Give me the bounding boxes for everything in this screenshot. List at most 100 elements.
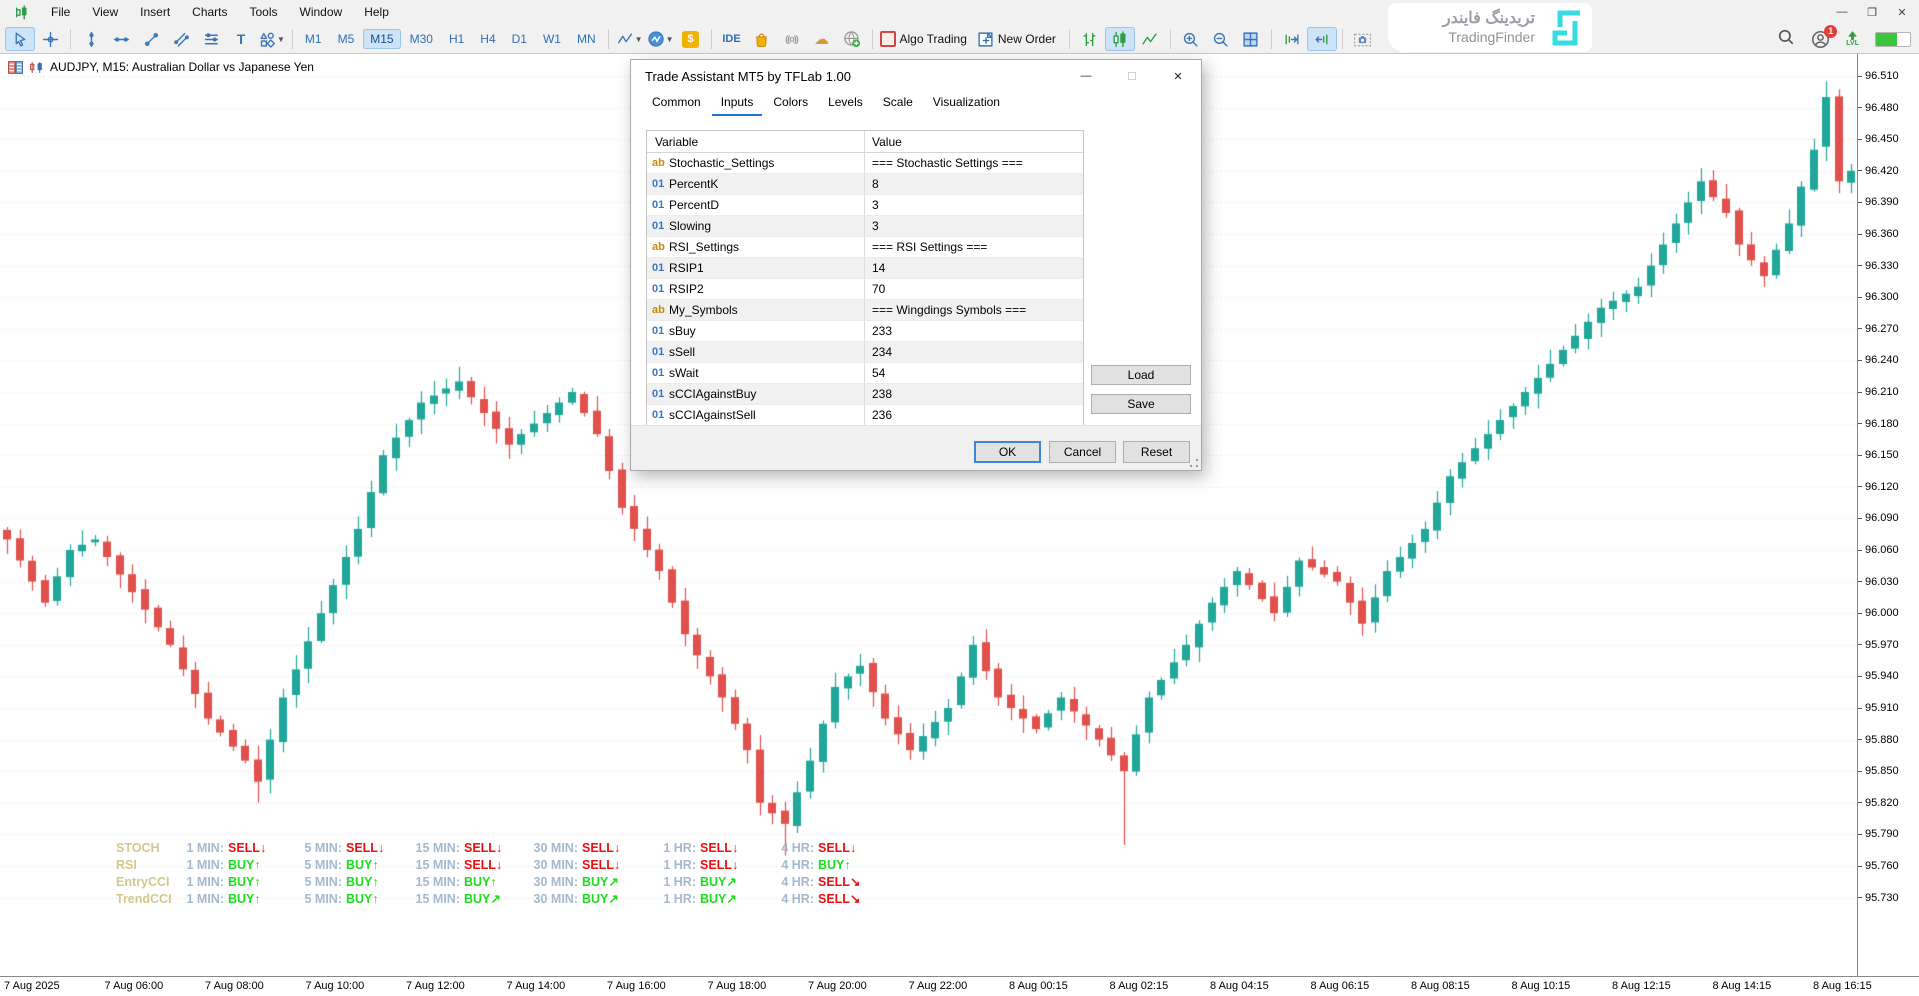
search-icon[interactable] [1777, 28, 1795, 51]
variable-value[interactable]: 70 [864, 279, 1083, 299]
variable-value[interactable]: === Stochastic Settings === [864, 153, 1083, 173]
cursor-tool-icon[interactable] [5, 27, 35, 51]
tile-windows-icon[interactable] [1236, 27, 1266, 51]
dialog-minimize-button[interactable]: — [1063, 60, 1109, 92]
signal-timeframe-label: 15 MIN: [410, 858, 460, 872]
community-icon[interactable] [837, 27, 867, 51]
input-row-sCCIAgainstBuy[interactable]: 01sCCIAgainstBuy238 [647, 384, 1083, 405]
window-restore-button[interactable]: ❐ [1857, 0, 1887, 24]
variable-value[interactable]: 14 [864, 258, 1083, 278]
time-axis[interactable]: 7 Aug 20257 Aug 06:007 Aug 08:007 Aug 10… [0, 976, 1919, 996]
window-minimize-button[interactable]: — [1827, 0, 1857, 24]
channel-tool-icon[interactable] [166, 27, 196, 51]
bar-chart-type-icon[interactable] [1075, 27, 1105, 51]
timeframe-mn[interactable]: MN [570, 29, 603, 49]
line-studies-icon[interactable]: ▼ [614, 27, 645, 51]
window-close-button[interactable]: ✕ [1887, 0, 1917, 24]
timeframe-h4[interactable]: H4 [473, 29, 502, 49]
profile-icon[interactable]: 1 [1811, 30, 1830, 49]
input-row-Slowing[interactable]: 01Slowing3 [647, 216, 1083, 237]
signal-value: SELL↓ [700, 841, 764, 855]
timeframe-w1[interactable]: W1 [536, 29, 568, 49]
variable-value[interactable]: 234 [864, 342, 1083, 362]
signals-icon[interactable]: ((o)) [777, 27, 807, 51]
tab-common[interactable]: Common [643, 92, 710, 116]
tab-scale[interactable]: Scale [874, 92, 922, 116]
input-row-sSell[interactable]: 01sSell234 [647, 342, 1083, 363]
load-button[interactable]: Load [1091, 365, 1191, 385]
timeframe-m1[interactable]: M1 [298, 29, 329, 49]
variable-value[interactable]: === Wingdings Symbols === [864, 300, 1083, 320]
shapes-tool-icon[interactable]: ▼ [256, 27, 287, 51]
menu-file[interactable]: File [40, 0, 81, 24]
input-row-RSI_Settings[interactable]: abRSI_Settings=== RSI Settings === [647, 237, 1083, 258]
input-row-RSIP1[interactable]: 01RSIP114 [647, 258, 1083, 279]
tab-levels[interactable]: Levels [819, 92, 872, 116]
screenshot-icon[interactable] [1348, 27, 1378, 51]
menu-window[interactable]: Window [289, 0, 354, 24]
market-icon[interactable] [747, 27, 777, 51]
input-row-RSIP2[interactable]: 01RSIP270 [647, 279, 1083, 300]
auto-scroll-icon[interactable] [1277, 27, 1307, 51]
menu-view[interactable]: View [81, 0, 129, 24]
reset-button[interactable]: Reset [1123, 441, 1190, 463]
price-tick: 96.180 [1858, 418, 1899, 430]
variable-value[interactable]: 3 [864, 216, 1083, 236]
fibonacci-tool-icon[interactable] [196, 27, 226, 51]
input-row-PercentK[interactable]: 01PercentK8 [647, 174, 1083, 195]
zoom-in-icon[interactable] [1176, 27, 1206, 51]
timeframe-m5[interactable]: M5 [331, 29, 362, 49]
variable-value[interactable]: 233 [864, 321, 1083, 341]
input-row-PercentD[interactable]: 01PercentD3 [647, 195, 1083, 216]
timeframe-m15[interactable]: M15 [363, 29, 400, 49]
horizontal-line-tool-icon[interactable] [106, 27, 136, 51]
ide-button[interactable]: IDE [717, 27, 747, 51]
vertical-line-tool-icon[interactable] [76, 27, 106, 51]
algo-trading-button[interactable]: Algo Trading [878, 27, 975, 51]
input-row-sWait[interactable]: 01sWait54 [647, 363, 1083, 384]
timeframe-d1[interactable]: D1 [505, 29, 534, 49]
variable-value[interactable]: 3 [864, 195, 1083, 215]
tab-inputs[interactable]: Inputs [712, 92, 763, 116]
indicators-icon[interactable]: ▼ [645, 27, 676, 51]
variable-name: RSIP1 [669, 261, 864, 275]
input-row-Stochastic_Settings[interactable]: abStochastic_Settings=== Stochastic Sett… [647, 153, 1083, 174]
menu-tools[interactable]: Tools [239, 0, 289, 24]
save-button[interactable]: Save [1091, 394, 1191, 414]
signal-timeframe-label: 5 MIN: [292, 841, 342, 855]
cancel-button[interactable]: Cancel [1049, 441, 1116, 463]
variable-name: sWait [669, 366, 864, 380]
trendline-tool-icon[interactable] [136, 27, 166, 51]
currency-icon[interactable]: $ [676, 27, 706, 51]
input-row-My_Symbols[interactable]: abMy_Symbols=== Wingdings Symbols === [647, 300, 1083, 321]
menu-charts[interactable]: Charts [181, 0, 238, 24]
variable-value[interactable]: 54 [864, 363, 1083, 383]
variable-value[interactable]: 238 [864, 384, 1083, 404]
input-row-sBuy[interactable]: 01sBuy233 [647, 321, 1083, 342]
menu-help[interactable]: Help [353, 0, 400, 24]
zoom-out-icon[interactable] [1206, 27, 1236, 51]
ok-button[interactable]: OK [974, 441, 1041, 463]
signal-row-entrycci: EntryCCI1 MIN:BUY↑5 MIN:BUY↑15 MIN:BUY↑3… [116, 873, 882, 890]
chart-shift-icon[interactable] [1307, 27, 1337, 51]
line-chart-type-icon[interactable] [1135, 27, 1165, 51]
variable-value[interactable]: 8 [864, 174, 1083, 194]
tab-visualization[interactable]: Visualization [924, 92, 1009, 116]
timeframe-m30[interactable]: M30 [403, 29, 440, 49]
price-tick: 95.820 [1858, 797, 1899, 809]
text-tool-icon[interactable]: T [226, 27, 256, 51]
timeframe-h1[interactable]: H1 [442, 29, 471, 49]
crosshair-tool-icon[interactable] [35, 27, 65, 51]
tab-colors[interactable]: Colors [764, 92, 817, 116]
signal-value: SELL↘ [818, 891, 882, 906]
candlestick-chart-type-icon[interactable] [1105, 27, 1135, 51]
menu-insert[interactable]: Insert [129, 0, 181, 24]
input-row-sCCIAgainstSell[interactable]: 01sCCIAgainstSell236 [647, 405, 1083, 425]
price-axis[interactable]: 96.51096.48096.45096.42096.39096.36096.3… [1857, 53, 1919, 977]
variable-value[interactable]: 236 [864, 405, 1083, 425]
new-order-button[interactable]: New Order [975, 27, 1064, 51]
variable-value[interactable]: === RSI Settings === [864, 237, 1083, 257]
cloud-icon[interactable]: ☁ [807, 27, 837, 51]
dialog-close-button[interactable]: ✕ [1155, 60, 1201, 92]
dialog-resize-grip[interactable] [1190, 459, 1198, 467]
